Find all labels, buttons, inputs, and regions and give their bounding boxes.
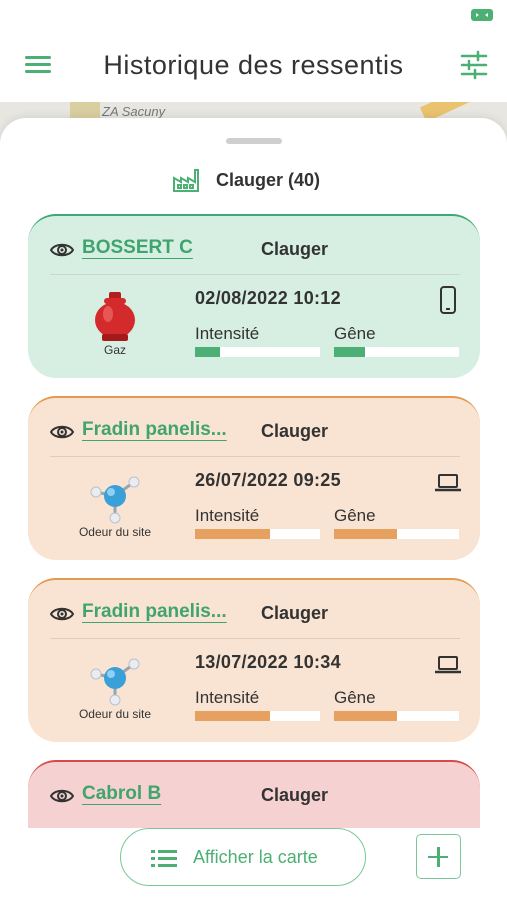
molecule-icon <box>90 658 140 706</box>
report-date: 26/07/2022 09:25 <box>195 470 341 490</box>
app-header: Historique des ressentis <box>0 28 507 106</box>
history-card[interactable]: Cabrol B Clauger <box>28 760 480 828</box>
odor-type-label: Odeur du site <box>78 525 152 539</box>
reporter-name-link[interactable]: Cabrol B <box>82 783 161 805</box>
show-map-button[interactable]: Afficher la carte <box>120 828 366 886</box>
phone-icon <box>440 286 456 314</box>
bottom-action-bar: Afficher la carte <box>0 828 507 900</box>
report-date: 13/07/2022 10:34 <box>195 652 341 672</box>
intensity-bar-fill <box>195 711 270 721</box>
history-card[interactable]: BOSSERT C Clauger Gaz 02/08/2022 10:12 I… <box>28 214 480 378</box>
report-date: 02/08/2022 10:12 <box>195 288 341 308</box>
discomfort-bar-fill <box>334 711 397 721</box>
eye-icon[interactable] <box>50 423 74 441</box>
card-divider <box>50 638 460 639</box>
site-label: Clauger (40) <box>216 170 321 190</box>
add-report-button[interactable] <box>416 834 461 879</box>
eye-icon[interactable] <box>50 241 74 259</box>
odor-type-label: Odeur du site <box>78 707 152 721</box>
discomfort-label: Gêne <box>334 506 376 525</box>
intensity-label: Intensité <box>195 688 260 707</box>
discomfort-bar-fill <box>334 347 366 357</box>
eye-icon[interactable] <box>50 787 74 805</box>
site-header: Clauger (40) <box>0 166 507 196</box>
page-title: Historique des ressentis <box>103 50 404 80</box>
card-site-name: Clauger <box>261 785 329 805</box>
screen-rotation-icon <box>471 9 493 21</box>
discomfort-bar-fill <box>334 529 397 539</box>
card-divider <box>50 274 460 275</box>
card-site-name: Clauger <box>261 239 329 259</box>
intensity-label: Intensité <box>195 324 260 343</box>
intensity-bar <box>195 529 320 539</box>
reporter-name-link[interactable]: BOSSERT C <box>82 237 193 259</box>
factory-icon <box>173 169 199 192</box>
discomfort-bar <box>334 711 459 721</box>
show-map-label: Afficher la carte <box>193 847 318 867</box>
eye-icon[interactable] <box>50 605 74 623</box>
filter-sliders-icon[interactable] <box>459 50 489 80</box>
discomfort-label: Gêne <box>334 688 376 707</box>
history-bottom-sheet: Clauger (40) BOSSERT C Clauger Gaz 02/08… <box>0 118 507 828</box>
history-card[interactable]: Fradin panelis... Clauger Odeur du site … <box>28 396 480 560</box>
drag-handle[interactable] <box>226 138 282 144</box>
reporter-name-link[interactable]: Fradin panelis... <box>82 601 227 623</box>
history-card[interactable]: Fradin panelis... Clauger Odeur du site … <box>28 578 480 742</box>
laptop-icon <box>435 474 461 492</box>
map-place-label: ZA Sacuny <box>102 104 166 119</box>
gas-cylinder-icon <box>95 292 135 341</box>
laptop-icon <box>435 656 461 674</box>
card-site-name: Clauger <box>261 421 329 441</box>
card-site-name: Clauger <box>261 603 329 623</box>
intensity-bar <box>195 347 320 357</box>
intensity-bar-fill <box>195 529 270 539</box>
card-divider <box>50 456 460 457</box>
odor-type-label: Gaz <box>103 343 126 357</box>
intensity-label: Intensité <box>195 506 260 525</box>
molecule-icon <box>90 476 140 524</box>
intensity-bar-fill <box>195 347 220 357</box>
status-bar <box>0 0 507 28</box>
discomfort-bar <box>334 347 459 357</box>
discomfort-bar <box>334 529 459 539</box>
list-icon <box>151 850 177 867</box>
reporter-name-link[interactable]: Fradin panelis... <box>82 419 227 441</box>
discomfort-label: Gêne <box>334 324 376 343</box>
intensity-bar <box>195 711 320 721</box>
